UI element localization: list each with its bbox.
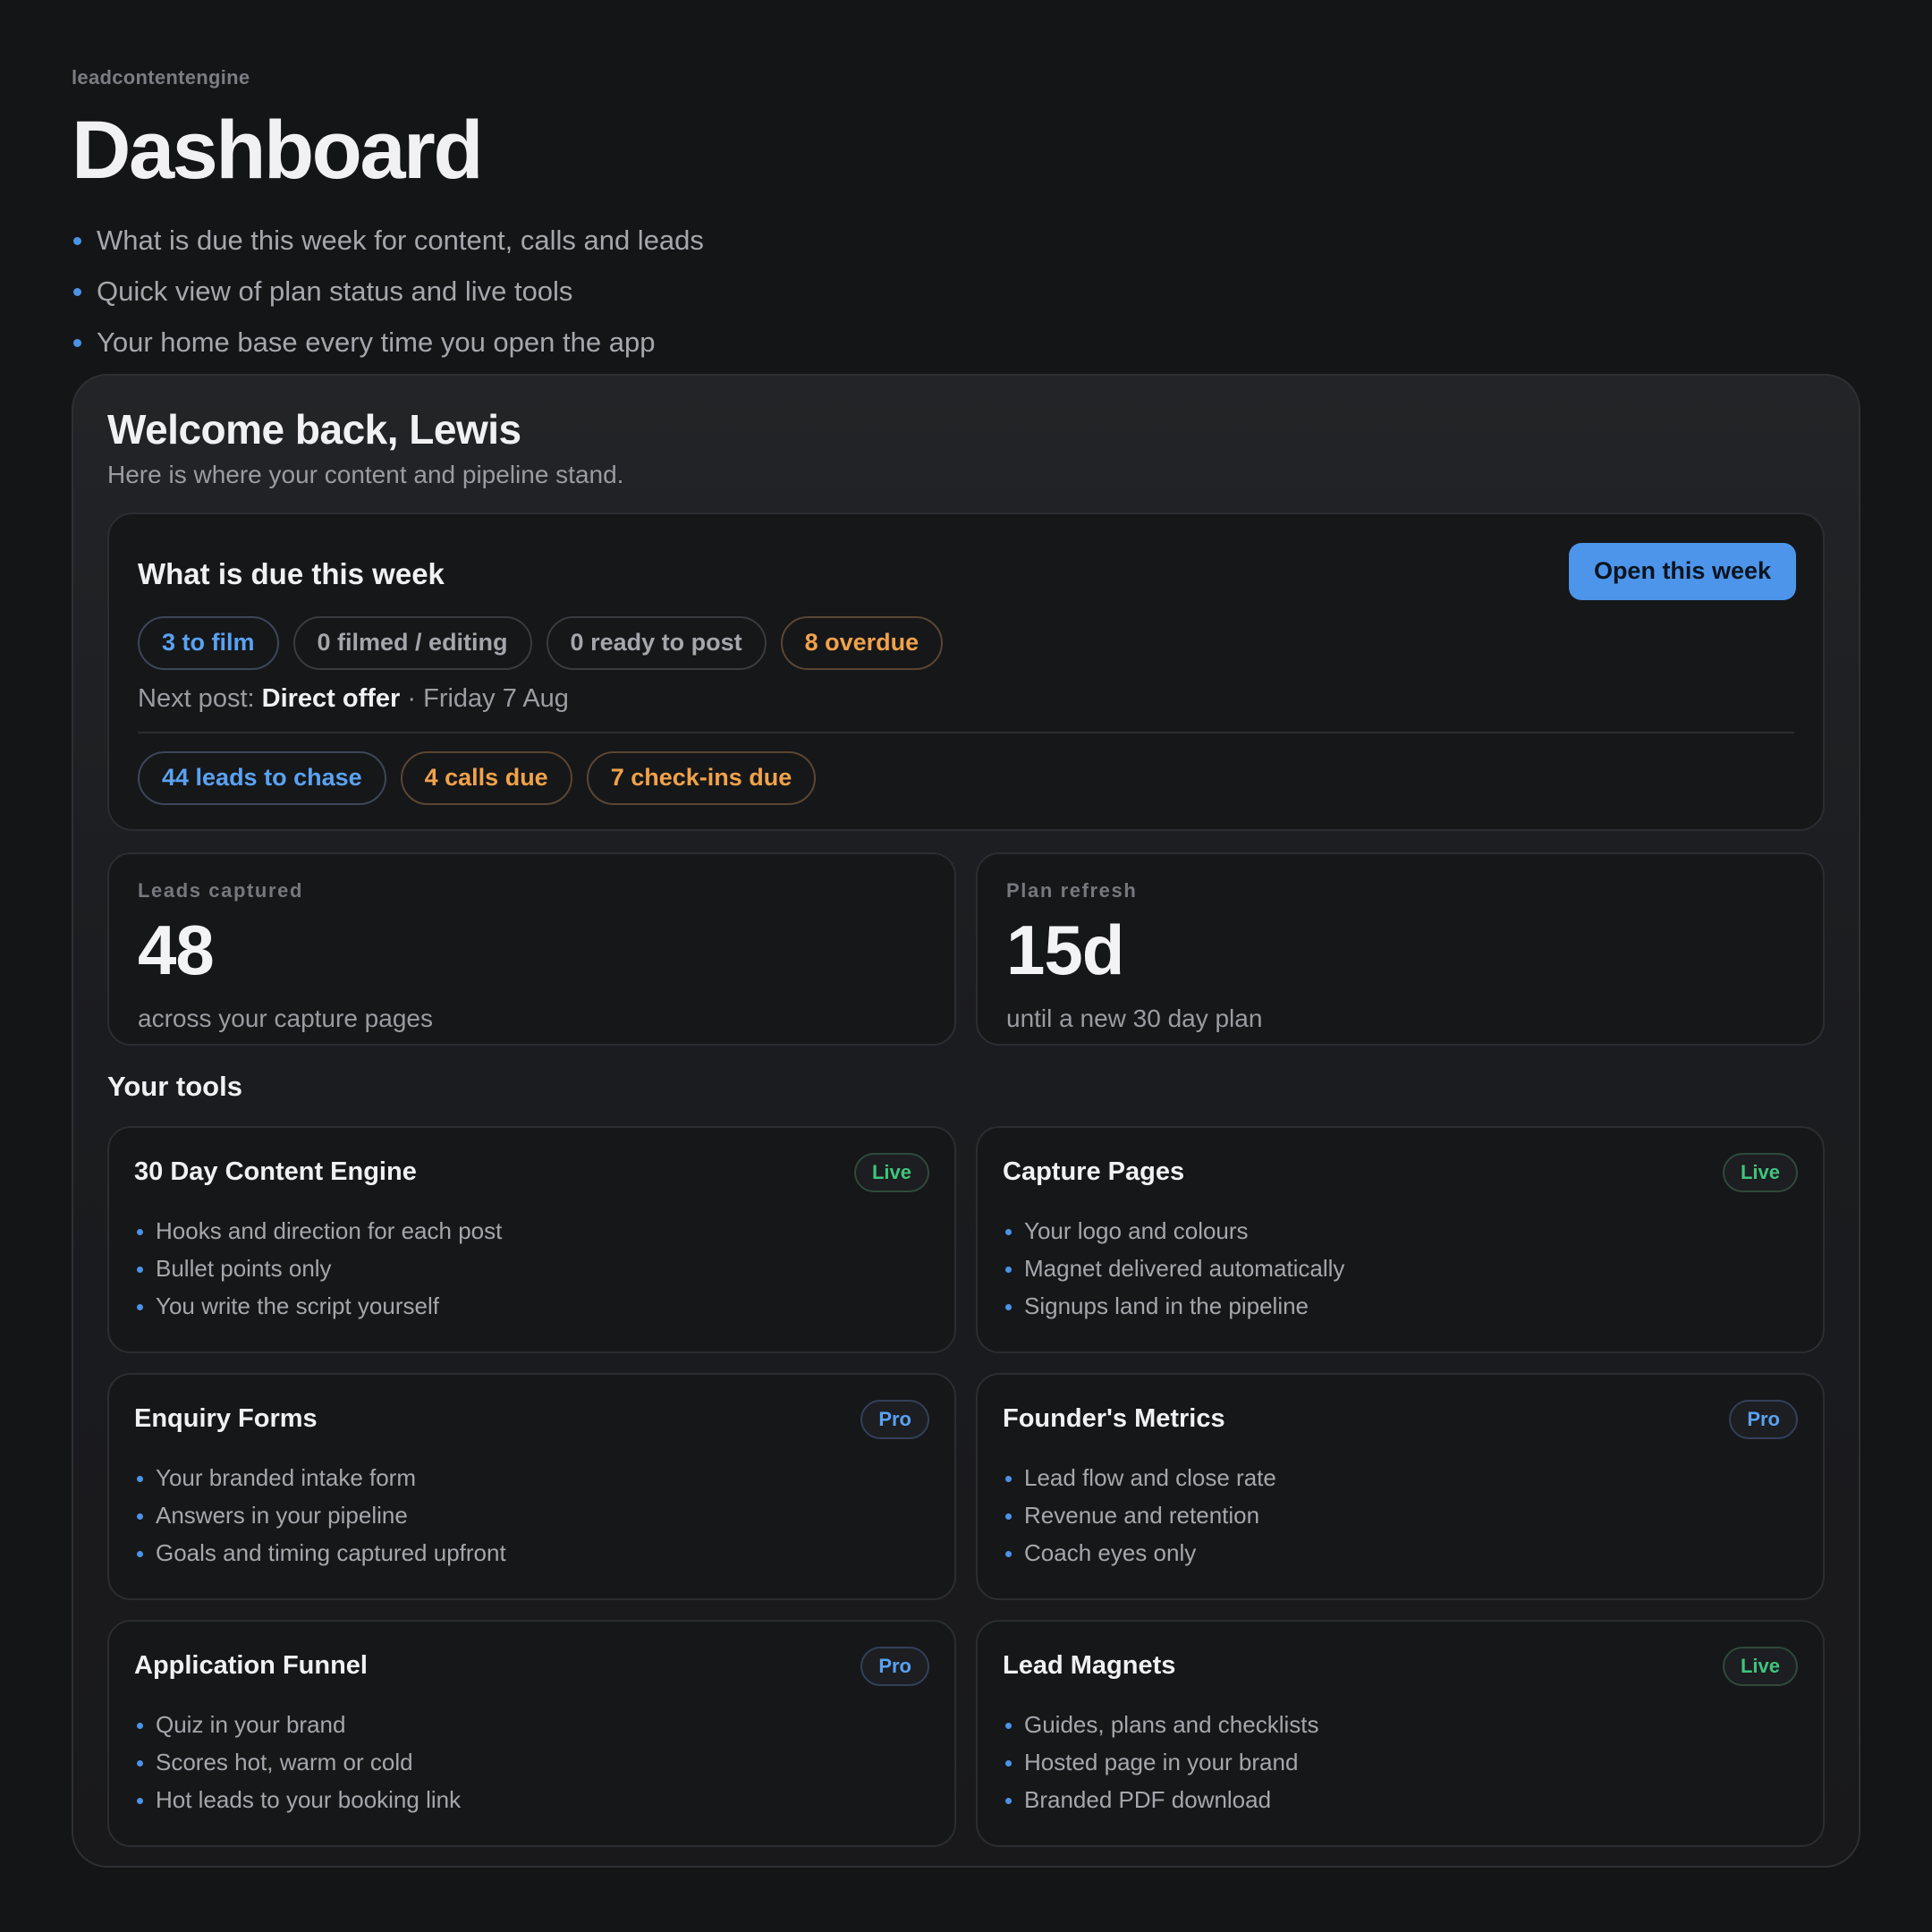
next-post-date: · Friday 7 Aug (400, 683, 569, 713)
tool-title: 30 Day Content Engine (134, 1157, 417, 1187)
live-badge: Live (1722, 1152, 1798, 1192)
tool-feature-list: Lead flow and close rate Revenue and ret… (1003, 1459, 1798, 1572)
intro-item: Quick view of plan status and live tools (72, 266, 1860, 317)
tool-card-founders-metrics[interactable]: Founder's Metrics Pro Lead flow and clos… (976, 1372, 1825, 1600)
filmed-editing-pill[interactable]: 0 filmed / editing (292, 615, 532, 670)
next-post-line: Next post: Direct offer · Friday 7 Aug (138, 684, 1794, 714)
tool-feature: Magnet delivered automatically (1003, 1250, 1798, 1287)
tool-feature: Quiz in your brand (134, 1706, 929, 1743)
tool-feature: Lead flow and close rate (1003, 1459, 1798, 1496)
stat-caption: until a new 30 day plan (1006, 1004, 1263, 1032)
tool-feature-list: Hooks and direction for each post Bullet… (134, 1212, 929, 1325)
open-this-week-button[interactable]: Open this week (1568, 542, 1796, 600)
intro-list: What is due this week for content, calls… (72, 215, 1860, 368)
stats-row: Leads captured 48 across your capture pa… (107, 852, 1825, 1046)
tool-card-application-funnel[interactable]: Application Funnel Pro Quiz in your bran… (107, 1619, 956, 1847)
dashboard-panel: Welcome back, Lewis Here is where your c… (72, 374, 1860, 1868)
check-ins-due-pill[interactable]: 7 check-ins due (586, 750, 817, 805)
pipeline-status-pills: 44 leads to chase 4 calls due 7 check-in… (138, 750, 1794, 805)
tool-card-enquiry-forms[interactable]: Enquiry Forms Pro Your branded intake fo… (107, 1372, 956, 1600)
page-title: Dashboard (72, 105, 484, 196)
tool-title: Lead Magnets (1003, 1651, 1176, 1681)
tool-card-lead-magnets[interactable]: Lead Magnets Live Guides, plans and chec… (976, 1619, 1825, 1847)
tool-feature: Branded PDF download (1003, 1781, 1798, 1818)
stat-value: 48 (138, 910, 215, 989)
next-post-title: Direct offer (261, 683, 401, 713)
welcome-heading: Welcome back, Lewis (107, 406, 521, 453)
tool-title: Founder's Metrics (1003, 1404, 1225, 1434)
tool-feature: Hot leads to your booking link (134, 1781, 929, 1818)
tool-card-capture-pages[interactable]: Capture Pages Live Your logo and colours… (976, 1125, 1825, 1353)
tool-card-content-engine[interactable]: 30 Day Content Engine Live Hooks and dir… (107, 1125, 956, 1353)
tool-feature: Bullet points only (134, 1250, 929, 1287)
tool-feature-list: Your branded intake form Answers in your… (134, 1459, 929, 1572)
overdue-pill[interactable]: 8 overdue (780, 615, 944, 670)
tool-feature: Your branded intake form (134, 1459, 929, 1496)
tool-title: Enquiry Forms (134, 1404, 318, 1434)
tool-feature: Coach eyes only (1003, 1534, 1798, 1572)
welcome-subtitle: Here is where your content and pipeline … (107, 460, 624, 488)
tool-feature: Revenue and retention (1003, 1496, 1798, 1534)
calls-due-pill[interactable]: 4 calls due (400, 750, 572, 805)
pro-badge: Pro (860, 1646, 929, 1686)
tools-grid: 30 Day Content Engine Live Hooks and dir… (107, 1125, 1825, 1847)
live-badge: Live (853, 1152, 929, 1192)
next-post-prefix: Next post: (138, 683, 255, 713)
leads-to-chase-pill[interactable]: 44 leads to chase (138, 750, 386, 805)
content-status-pills: 3 to film 0 filmed / editing 0 ready to … (138, 615, 1794, 670)
divider (138, 731, 1794, 733)
to-film-pill[interactable]: 3 to film (138, 615, 279, 670)
tool-feature: Signups land in the pipeline (1003, 1287, 1798, 1325)
tool-feature: Answers in your pipeline (134, 1496, 929, 1534)
tool-feature: Hosted page in your brand (1003, 1743, 1798, 1781)
tool-title: Application Funnel (134, 1651, 368, 1681)
tool-feature-list: Your logo and colours Magnet delivered a… (1003, 1212, 1798, 1325)
stat-label: Leads captured (138, 878, 304, 902)
intro-item: What is due this week for content, calls… (72, 215, 1860, 266)
tool-feature: Goals and timing captured upfront (134, 1534, 929, 1572)
brand-name: leadcontentengine (72, 66, 250, 89)
tool-feature: Hooks and direction for each post (134, 1212, 929, 1250)
due-this-week-card: What is due this week Open this week 3 t… (107, 512, 1825, 831)
plan-refresh-card: Plan refresh 15d until a new 30 day plan (976, 852, 1825, 1046)
tool-feature: Your logo and colours (1003, 1212, 1798, 1250)
due-title: What is due this week (138, 556, 445, 590)
pro-badge: Pro (1729, 1399, 1798, 1439)
live-badge: Live (1722, 1646, 1798, 1686)
intro-item: Your home base every time you open the a… (72, 317, 1860, 368)
tool-feature-list: Quiz in your brand Scores hot, warm or c… (134, 1706, 929, 1818)
stat-caption: across your capture pages (138, 1004, 433, 1032)
ready-to-post-pill[interactable]: 0 ready to post (546, 615, 767, 670)
tools-heading: Your tools (107, 1070, 242, 1102)
tool-feature: Guides, plans and checklists (1003, 1706, 1798, 1743)
stat-value: 15d (1006, 910, 1124, 989)
tool-feature: Scores hot, warm or cold (134, 1743, 929, 1781)
pro-badge: Pro (860, 1399, 929, 1439)
tool-feature: You write the script yourself (134, 1287, 929, 1325)
dashboard-page: leadcontentengine Dashboard What is due … (0, 0, 1932, 1932)
stat-label: Plan refresh (1006, 878, 1138, 902)
leads-captured-card: Leads captured 48 across your capture pa… (107, 852, 956, 1046)
tool-title: Capture Pages (1003, 1157, 1185, 1187)
tool-feature-list: Guides, plans and checklists Hosted page… (1003, 1706, 1798, 1818)
